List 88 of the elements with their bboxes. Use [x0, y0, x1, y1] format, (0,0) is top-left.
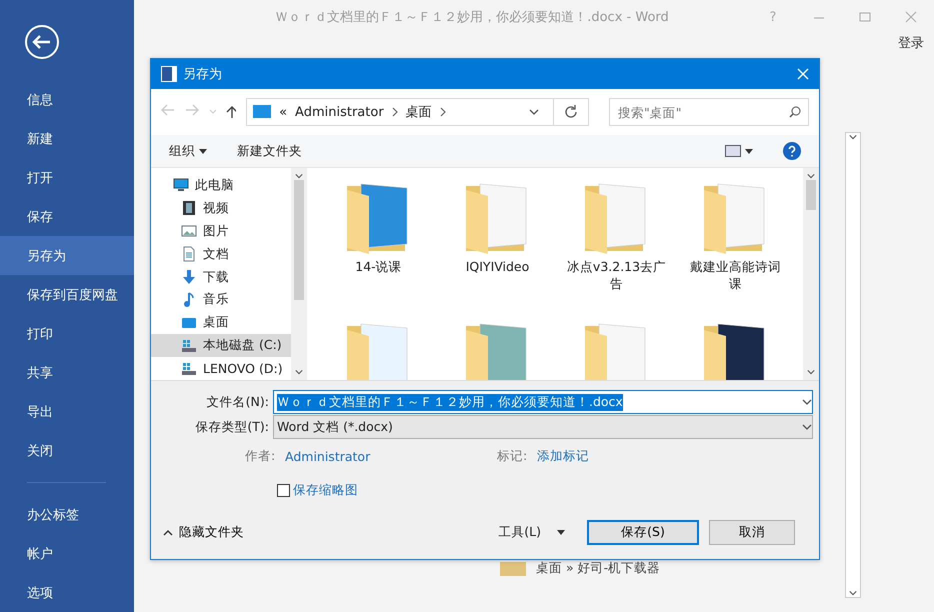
caret-icon	[745, 148, 753, 154]
backstage-menu-item[interactable]: 导出	[0, 392, 134, 431]
file-type-dropdown[interactable]: Word 文档 (*.docx)	[273, 415, 813, 439]
sign-in-link[interactable]: 登录	[898, 34, 924, 52]
caret-icon	[199, 148, 207, 154]
checkbox[interactable]	[277, 484, 290, 497]
author-link[interactable]: Administrator	[285, 448, 497, 464]
folder-icon	[500, 562, 526, 576]
overflow-chevron[interactable]: «	[279, 104, 288, 120]
picture-icon	[181, 223, 197, 240]
folder-item[interactable]: 戴建业高能诗词课	[676, 180, 795, 320]
back-arrow-icon	[161, 104, 175, 116]
search-icon	[788, 106, 801, 118]
navigation-tree-item[interactable]: 此电脑	[151, 174, 291, 197]
navigation-tree-item[interactable]: 下载	[151, 266, 291, 288]
scrollbar[interactable]	[845, 132, 861, 598]
film-icon	[181, 200, 197, 216]
backstage-menu-item[interactable]: 选项	[0, 573, 134, 612]
backstage-menu-item[interactable]: 信息	[0, 80, 134, 119]
scrollbar-thumb[interactable]	[806, 180, 816, 210]
caret-icon	[802, 397, 812, 407]
address-bar[interactable]: « Administrator 桌面	[246, 98, 589, 126]
window-title: Ｗｏｒｄ文档里的Ｆ１～Ｆ１２妙用，你必须要知道！.docx - Word	[274, 9, 670, 26]
navigation-tree-item[interactable]: 视频	[151, 196, 291, 220]
scrollbar[interactable]	[803, 168, 819, 380]
folder-item[interactable]: 冰点v3.2.13去广告	[557, 180, 676, 320]
help-icon[interactable]	[783, 142, 801, 160]
caret-icon	[802, 422, 812, 432]
save-button[interactable]: 保存(S)	[587, 520, 699, 545]
backstage-menu-item[interactable]: 保存到百度网盘	[0, 275, 134, 314]
navigation-tree-item[interactable]: 音乐	[151, 288, 291, 312]
scroll-down-icon	[807, 368, 815, 376]
backstage-menu-item[interactable]: 打印	[0, 314, 134, 353]
navigation-tree-item[interactable]: LENOVO (D:)	[151, 357, 291, 380]
computer-icon	[173, 177, 189, 194]
view-icon	[725, 145, 741, 157]
recent-folder-path: 桌面 » 好司-机下载器	[536, 560, 660, 577]
document-icon	[181, 246, 197, 262]
navigation-tree-item[interactable]: 图片	[151, 220, 291, 243]
breadcrumb[interactable]: 桌面	[406, 103, 432, 121]
tools-button[interactable]: 工具(L)	[498, 524, 565, 541]
navigation-tree-item[interactable]: 文档	[151, 242, 291, 266]
view-button[interactable]	[725, 145, 753, 157]
dialog-title: 另存为	[183, 66, 223, 83]
backstage-menu-item[interactable]: 关闭	[0, 431, 134, 470]
folder-item[interactable]: IQIYIVideo	[438, 180, 557, 320]
search-field[interactable]: 搜索"桌面"	[608, 98, 809, 126]
down-arrow-icon	[181, 269, 197, 285]
chevron-right-icon[interactable]	[392, 107, 398, 117]
field-label: 标记:	[497, 448, 528, 464]
chevron-up-icon	[163, 530, 173, 536]
navigation-tree-item[interactable]: 桌面	[151, 311, 291, 334]
backstage-menu-item[interactable]: 帐户	[0, 534, 134, 573]
scroll-down-icon	[295, 368, 303, 376]
backstage-menu-item[interactable]: 共享	[0, 353, 134, 392]
backstage-menu-item[interactable]: 打开	[0, 158, 134, 197]
scrollbar-thumb[interactable]	[294, 180, 304, 300]
add-tag-link[interactable]: 添加标记	[537, 448, 637, 464]
filename-field[interactable]: Ｗｏｒｄ文档里的Ｆ１～Ｆ１２妙用，你必须要知道！.docx	[273, 390, 813, 414]
backstage-menu-item[interactable]: 新建	[0, 119, 134, 158]
field-label: 作者:	[245, 448, 276, 464]
scrollbar[interactable]	[291, 168, 307, 380]
forward-arrow-icon	[185, 104, 199, 116]
folder-item[interactable]: 14-说课	[319, 180, 438, 320]
caret-icon	[528, 107, 539, 117]
cancel-button[interactable]: 取消	[709, 520, 795, 545]
caret-icon	[557, 530, 565, 535]
scroll-down-icon	[849, 589, 857, 597]
drive-icon	[181, 360, 197, 377]
close-icon[interactable]	[905, 11, 917, 23]
field-label: 文件名(N):	[206, 394, 270, 410]
drive-icon	[181, 338, 197, 354]
checkbox-label[interactable]: 保存缩略图	[293, 482, 358, 499]
new-folder-button[interactable]: 新建文件夹	[237, 142, 302, 160]
breadcrumb[interactable]: Administrator	[295, 104, 384, 120]
navigation-tree-item[interactable]: 本地磁盘 (C:)	[151, 334, 291, 358]
chevron-right-icon[interactable]	[440, 107, 446, 117]
organize-button[interactable]: 组织	[169, 142, 207, 160]
backstage-menu-item[interactable]: 保存	[0, 197, 134, 236]
up-arrow-icon[interactable]	[226, 105, 236, 119]
hide-folders-button[interactable]: 隐藏文件夹	[163, 524, 244, 541]
desktop-icon	[253, 105, 272, 119]
backstage-menu-item[interactable]: 另存为	[0, 236, 134, 275]
word-logo-icon	[161, 66, 177, 82]
backstage-menu-item[interactable]: 办公标签	[0, 495, 134, 534]
caret-icon[interactable]	[209, 109, 216, 115]
maximize-icon[interactable]	[859, 12, 871, 22]
field-label: 保存类型(T):	[194, 418, 270, 436]
